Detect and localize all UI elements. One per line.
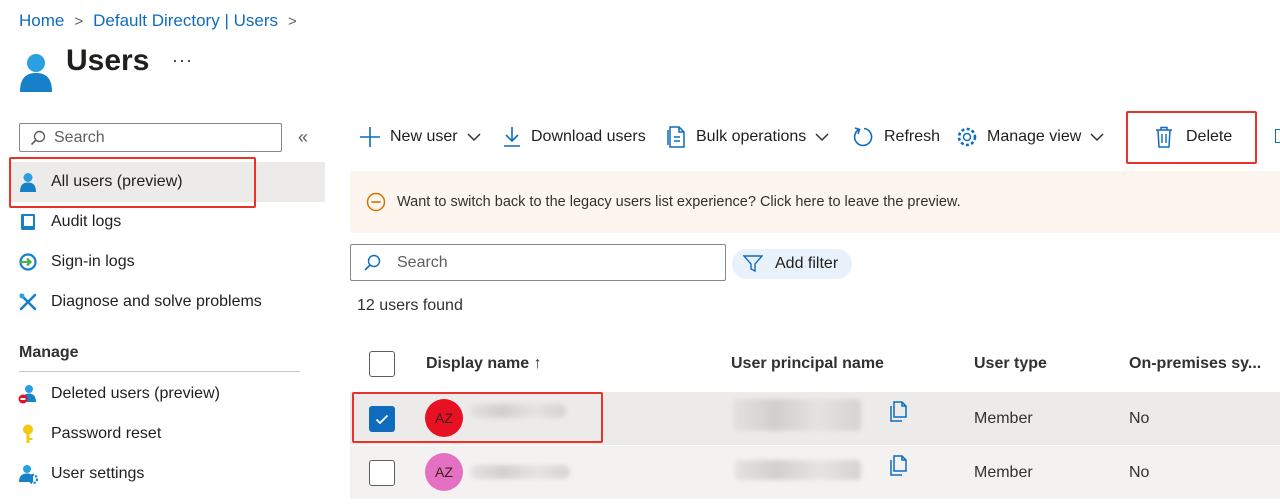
- select-all-checkbox[interactable]: [369, 351, 395, 377]
- user-type-cell: Member: [974, 410, 1033, 427]
- refresh-icon: [853, 127, 873, 147]
- copy-icon[interactable]: [888, 455, 908, 482]
- breadcrumb: Home > Default Directory | Users >: [19, 11, 307, 31]
- refresh-label: Refresh: [884, 128, 941, 145]
- download-users-button[interactable]: Download users: [502, 122, 646, 152]
- chevron-down-icon: [467, 132, 481, 141]
- manage-view-button[interactable]: Manage view: [956, 122, 1104, 152]
- sidebar-item-password-reset[interactable]: Password reset: [10, 414, 325, 454]
- users-found-count: 12 users found: [357, 297, 463, 314]
- sidebar-search-placeholder: Search: [54, 128, 105, 146]
- delete-button[interactable]: Delete: [1155, 122, 1232, 152]
- user-type-cell: Member: [974, 464, 1033, 481]
- column-header-user-type[interactable]: User type: [974, 355, 1047, 373]
- trash-icon: [1156, 126, 1172, 148]
- bulk-operations-icon: [667, 126, 685, 148]
- redacted-user-principal-name: [735, 460, 861, 480]
- legacy-experience-banner[interactable]: Want to switch back to the legacy users …: [350, 171, 1280, 233]
- sidebar-item-label: Audit logs: [51, 213, 122, 230]
- breadcrumb-separator: >: [74, 12, 84, 30]
- deleted-user-icon: [18, 384, 38, 404]
- wrench-icon: [18, 292, 38, 312]
- sidebar-search-input[interactable]: Search: [19, 123, 282, 152]
- manage-section-label: Manage: [19, 344, 79, 361]
- sidebar-item-label: Password reset: [51, 425, 162, 442]
- sidebar-item-label: Sign-in logs: [51, 253, 135, 270]
- warning-icon: [366, 192, 386, 212]
- sidebar-item-label: Deleted users (preview): [51, 385, 220, 402]
- sidebar-item-audit-logs[interactable]: Audit logs: [10, 202, 325, 242]
- section-divider: [19, 371, 300, 372]
- column-header-display-name[interactable]: Display name ↑: [426, 355, 542, 373]
- row-checkbox[interactable]: [369, 406, 395, 432]
- delete-label: Delete: [1186, 128, 1233, 145]
- users-search-input[interactable]: Search: [350, 244, 726, 281]
- user-icon: [18, 172, 38, 192]
- sidebar-item-user-settings[interactable]: User settings: [10, 454, 325, 494]
- bulk-operations-label: Bulk operations: [696, 128, 807, 145]
- sign-in-icon: [18, 252, 38, 272]
- breadcrumb-home-link[interactable]: Home: [19, 11, 64, 31]
- users-search-placeholder: Search: [397, 253, 448, 271]
- breadcrumb-directory-link[interactable]: Default Directory | Users: [93, 11, 278, 31]
- page-title: Users: [66, 44, 150, 77]
- search-icon: [30, 130, 46, 145]
- on-premises-sync-cell: No: [1129, 464, 1150, 481]
- column-header-user-principal-name[interactable]: User principal name: [731, 355, 884, 373]
- collapse-sidebar-icon[interactable]: «: [298, 127, 308, 148]
- sidebar-item-all-users[interactable]: All users (preview): [10, 162, 325, 202]
- sidebar-item-label: All users (preview): [51, 173, 183, 190]
- sidebar-item-deleted-users[interactable]: Deleted users (preview): [10, 374, 325, 414]
- redacted-user-principal-name: [733, 399, 861, 431]
- search-icon: [364, 254, 381, 271]
- download-users-label: Download users: [531, 128, 646, 145]
- add-filter-button[interactable]: Add filter: [732, 249, 852, 279]
- redacted-display-name[interactable]: [470, 465, 570, 479]
- on-premises-sync-cell: No: [1129, 410, 1150, 427]
- gear-icon: [957, 127, 977, 147]
- breadcrumb-separator: >: [287, 12, 297, 30]
- key-icon: [18, 424, 38, 444]
- redacted-display-name[interactable]: [470, 404, 566, 418]
- refresh-button[interactable]: Refresh: [853, 122, 940, 152]
- book-icon: [18, 212, 38, 232]
- user-settings-icon: [18, 464, 38, 484]
- sidebar-item-diagnose[interactable]: Diagnose and solve problems: [10, 282, 325, 322]
- avatar: AZ: [425, 453, 463, 491]
- download-icon: [504, 127, 520, 147]
- chevron-down-icon: [815, 132, 829, 141]
- filter-icon: [743, 255, 763, 273]
- manage-view-label: Manage view: [987, 128, 1082, 145]
- copy-icon[interactable]: [888, 401, 908, 428]
- new-user-button[interactable]: New user: [359, 122, 481, 152]
- sidebar-item-sign-in-logs[interactable]: Sign-in logs: [10, 242, 325, 282]
- overflow-icon[interactable]: [1275, 129, 1280, 143]
- row-checkbox[interactable]: [369, 460, 395, 486]
- avatar: AZ: [425, 399, 463, 437]
- more-options-button[interactable]: ···: [172, 50, 193, 71]
- banner-text: Want to switch back to the legacy users …: [397, 194, 961, 210]
- plus-icon: [360, 127, 380, 147]
- sidebar-item-label: Diagnose and solve problems: [51, 293, 262, 310]
- new-user-label: New user: [390, 128, 458, 145]
- add-filter-label: Add filter: [775, 255, 839, 272]
- checkmark-icon: [375, 414, 389, 424]
- column-header-on-premises-sync[interactable]: On-premises sy...: [1129, 355, 1261, 373]
- bulk-operations-button[interactable]: Bulk operations: [667, 122, 829, 152]
- sidebar-item-label: User settings: [51, 465, 145, 482]
- chevron-down-icon: [1090, 132, 1104, 141]
- users-page-icon: [18, 52, 54, 92]
